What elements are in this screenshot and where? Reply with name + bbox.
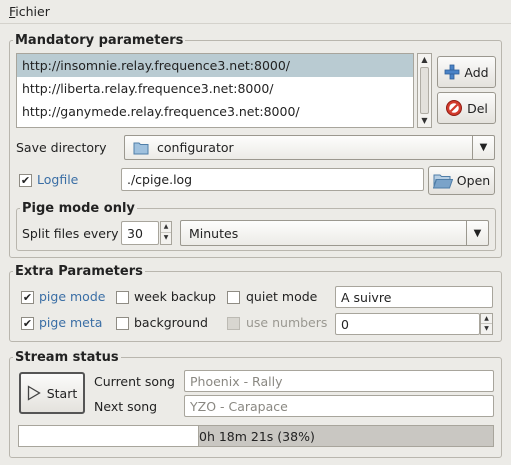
quiet-mode-checkbox[interactable] [227,291,240,304]
current-song-field[interactable]: Phoenix - Rally [184,370,494,392]
open-button[interactable]: Open [428,166,495,195]
number-field[interactable]: 0 [335,313,480,335]
extra-text-field[interactable]: A suivre [335,286,493,308]
menu-fichier[interactable]: Fichier [9,4,50,19]
spin-down-icon[interactable]: ▼ [161,233,171,244]
del-button-label: Del [467,100,488,116]
chevron-down-icon[interactable]: ▼ [466,221,488,245]
split-value-field[interactable]: 30 [121,221,159,245]
progress-fill [19,426,200,446]
mandatory-parameters-title: Mandatory parameters [15,33,184,48]
open-folder-icon [432,174,453,188]
start-button[interactable]: Start [19,372,85,414]
background-checkbox[interactable] [116,317,129,330]
spin-up-icon[interactable]: ▲ [161,222,171,233]
spin-down-icon[interactable]: ▼ [481,324,492,334]
progress-text: 0h 18m 21s (38%) [199,428,315,444]
split-value-spinner[interactable]: ▲ ▼ [160,221,172,245]
number-spinner[interactable]: ▲ ▼ [480,313,493,335]
week-backup-checkbox[interactable] [116,291,129,304]
stream-status-title: Stream status [15,350,119,365]
week-backup-label: week backup [134,289,216,304]
pige-meta-label: pige meta [39,315,103,330]
chevron-down-icon[interactable]: ▼ [472,136,494,159]
save-directory-value: configurator [157,140,234,155]
open-button-label: Open [456,173,491,188]
url-list-item[interactable]: http://insomnie.relay.frequence3.net:800… [17,54,413,77]
logfile-field[interactable]: ./cpige.log [121,168,424,191]
split-unit-combo[interactable]: Minutes ▼ [180,220,489,246]
menu-fichier-label: ichier [15,4,50,19]
quiet-mode-label: quiet mode [246,289,318,304]
logfile-label: Logfile [37,172,79,187]
pige-mode-label: pige mode [39,289,106,304]
play-icon [27,385,41,401]
use-numbers-checkbox [227,317,240,330]
pige-mode-title: Pige mode only [22,201,135,216]
no-entry-icon [446,100,463,116]
save-directory-combo[interactable]: configurator ▼ [124,135,495,160]
use-numbers-label: use numbers [246,315,328,330]
pige-meta-checkbox[interactable]: ✔ [21,317,34,330]
background-label: background [134,315,208,330]
spin-up-icon[interactable]: ▲ [481,314,492,324]
scroll-down-arrow-icon[interactable]: ▼ [418,115,431,127]
folder-icon [133,142,149,154]
plus-icon [444,64,460,80]
start-button-label: Start [46,385,78,401]
url-list-scrollbar[interactable]: ▲ ▼ [417,53,432,128]
split-files-label: Split files every [22,226,119,241]
url-list[interactable]: http://insomnie.relay.frequence3.net:800… [16,53,414,128]
url-list-item[interactable]: http://ganymede.relay.frequence3.net:800… [17,100,413,123]
url-list-item[interactable]: http://liberta.relay.frequence3.net:8000… [17,77,413,100]
extra-parameters-title: Extra Parameters [15,264,143,279]
pige-mode-checkbox[interactable]: ✔ [21,291,34,304]
scroll-thumb[interactable] [420,67,429,114]
next-song-label: Next song [94,399,158,414]
next-song-field[interactable]: YZO - Carapace [184,395,494,417]
scroll-up-arrow-icon[interactable]: ▲ [418,54,431,66]
add-button[interactable]: Add [437,56,496,88]
add-button-label: Add [464,64,489,80]
current-song-label: Current song [94,374,175,389]
save-directory-label: Save directory [16,140,107,155]
stream-progress-bar: 0h 18m 21s (38%) [18,425,494,447]
logfile-checkbox[interactable]: ✔ [19,174,32,187]
del-button[interactable]: Del [437,92,496,124]
split-unit-value: Minutes [189,225,239,241]
menubar: Fichier [0,0,511,24]
